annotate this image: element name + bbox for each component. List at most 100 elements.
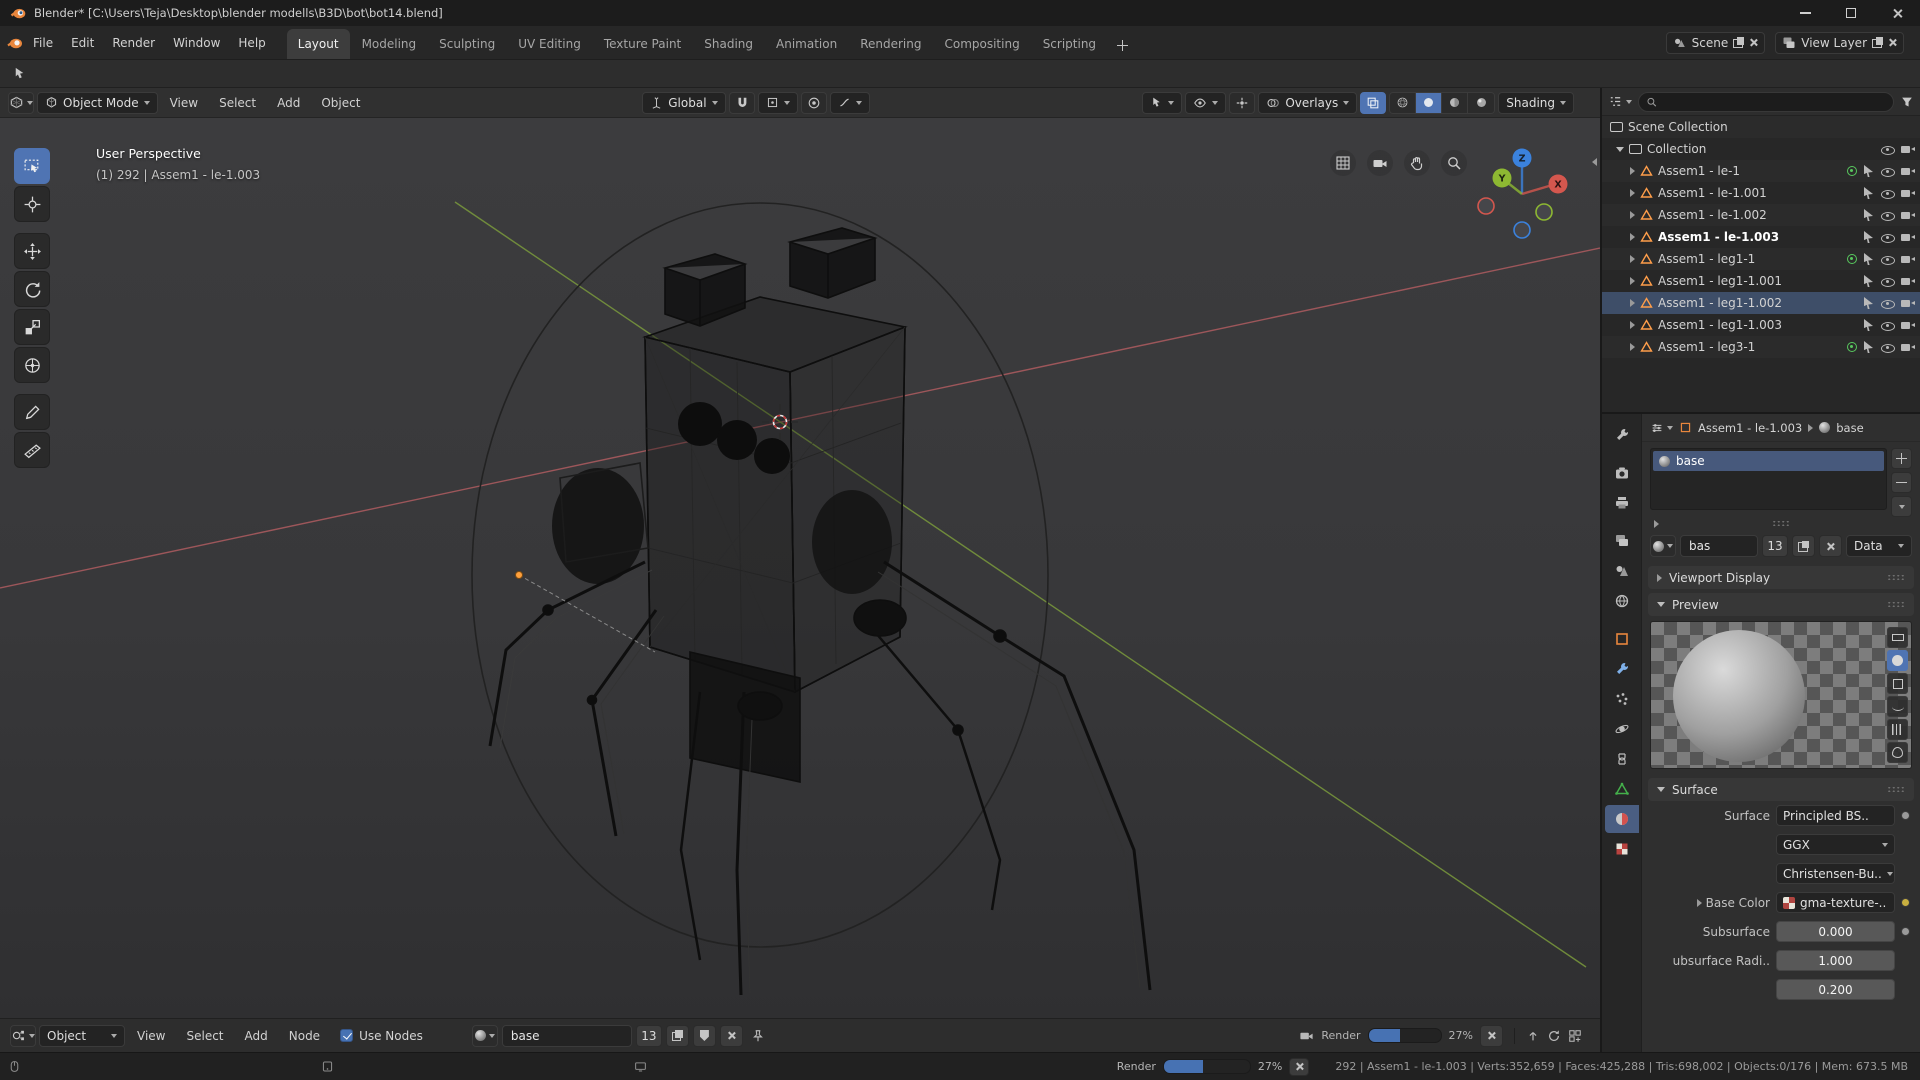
workspace-tab-scripting[interactable]: Scripting — [1032, 29, 1107, 59]
outliner-object-row-active[interactable]: Assem1 - le-1.003 — [1602, 226, 1920, 248]
camera-view-button[interactable] — [1367, 150, 1393, 176]
3d-scene[interactable] — [0, 118, 1600, 1018]
panel-preview[interactable]: Preview — [1648, 593, 1914, 616]
outliner-object-row[interactable]: Assem1 - leg3-1 — [1602, 336, 1920, 358]
outliner-object-row[interactable]: Assem1 - le-1 — [1602, 160, 1920, 182]
list-resize-grip[interactable] — [1642, 517, 1920, 530]
camera-icon[interactable] — [1900, 230, 1915, 244]
selectable-icon[interactable] — [1862, 318, 1875, 332]
fake-user-button[interactable] — [692, 1024, 716, 1047]
workspace-tab-modeling[interactable]: Modeling — [351, 29, 428, 59]
outliner-object-row[interactable]: Assem1 - leg1-1 — [1602, 248, 1920, 270]
new-material-button[interactable] — [665, 1024, 689, 1047]
selectable-icon[interactable] — [1862, 252, 1875, 266]
toggle-perspective-button[interactable] — [1330, 150, 1356, 176]
remove-view-layer-icon[interactable] — [1888, 38, 1897, 47]
expand-icon[interactable] — [1630, 321, 1635, 329]
link-mode-dropdown[interactable]: Data — [1846, 535, 1912, 557]
camera-icon[interactable] — [1900, 142, 1915, 156]
workspace-tab-rendering[interactable]: Rendering — [849, 29, 932, 59]
snap-toggle-button[interactable] — [728, 91, 755, 114]
preview-cloth-button[interactable] — [1887, 719, 1908, 740]
rotate-tool[interactable] — [14, 271, 50, 307]
eye-icon[interactable] — [1880, 296, 1895, 310]
editor-type-button[interactable] — [8, 91, 34, 114]
viewport-menu-view[interactable]: View — [161, 96, 207, 110]
eye-icon[interactable] — [1880, 142, 1895, 156]
workspace-tab-animation[interactable]: Animation — [765, 29, 848, 59]
shader-type-dropdown[interactable]: Object — [39, 1024, 125, 1047]
preview-cube-button[interactable] — [1887, 673, 1908, 694]
expand-icon[interactable] — [1630, 211, 1635, 219]
camera-icon[interactable] — [1900, 296, 1915, 310]
tab-output[interactable] — [1605, 489, 1639, 517]
expand-icon[interactable] — [1630, 233, 1635, 241]
selectable-icon[interactable] — [1862, 296, 1875, 310]
expand-icon[interactable] — [1630, 277, 1635, 285]
shader-menu-view[interactable]: View — [128, 1029, 174, 1043]
eye-icon[interactable] — [1880, 164, 1895, 178]
selectable-icon[interactable] — [1862, 230, 1875, 244]
tab-object[interactable] — [1605, 625, 1639, 653]
scale-tool[interactable] — [14, 309, 50, 345]
expand-icon[interactable] — [1630, 343, 1635, 351]
tab-texture[interactable] — [1605, 835, 1639, 863]
outliner-collection-row[interactable]: Collection — [1602, 138, 1920, 160]
workspace-tab-shading[interactable]: Shading — [693, 29, 764, 59]
tab-object-data[interactable] — [1605, 775, 1639, 803]
selectable-icon[interactable] — [1862, 340, 1875, 354]
menu-edit[interactable]: Edit — [62, 36, 103, 50]
base-color-texture-field[interactable]: gma-texture-.. — [1776, 892, 1895, 913]
camera-icon[interactable] — [1900, 318, 1915, 332]
pan-view-button[interactable] — [1404, 150, 1430, 176]
unlink-scene-icon[interactable] — [1749, 38, 1758, 47]
breadcrumb-object[interactable]: Assem1 - le-1.003 — [1698, 421, 1802, 435]
tab-constraints[interactable] — [1605, 745, 1639, 773]
tab-particles[interactable] — [1605, 685, 1639, 713]
tab-material[interactable] — [1604, 805, 1639, 833]
transform-tool[interactable] — [14, 347, 50, 383]
outliner-object-row[interactable]: Assem1 - le-1.002 — [1602, 204, 1920, 226]
gizmo-negative-x-axis[interactable] — [1477, 197, 1495, 215]
eye-icon[interactable] — [1880, 340, 1895, 354]
maximize-button[interactable] — [1828, 0, 1874, 26]
selectable-icon[interactable] — [1862, 186, 1875, 200]
expand-icon[interactable] — [1654, 519, 1659, 528]
options-icon[interactable] — [1568, 1029, 1582, 1043]
menu-window[interactable]: Window — [164, 36, 229, 50]
browse-material-button[interactable] — [1650, 535, 1676, 557]
material-users-count[interactable]: 13 — [635, 1024, 662, 1047]
robot-model[interactable] — [488, 227, 1152, 996]
shader-menu-add[interactable]: Add — [236, 1029, 277, 1043]
preview-flat-button[interactable] — [1887, 627, 1908, 648]
expand-icon[interactable] — [1630, 255, 1635, 263]
mode-dropdown[interactable]: Object Mode — [37, 91, 158, 114]
tab-tool[interactable] — [1605, 421, 1639, 449]
outliner-search-box[interactable] — [1638, 91, 1894, 112]
expand-icon[interactable] — [1630, 189, 1635, 197]
remove-slot-button[interactable] — [1891, 472, 1912, 493]
workspace-tab-texture-paint[interactable]: Texture Paint — [593, 29, 692, 59]
camera-icon[interactable] — [1900, 252, 1915, 266]
outliner-search-input[interactable] — [1662, 95, 1886, 108]
tab-scene[interactable] — [1605, 557, 1639, 585]
active-tool-select-icon[interactable] — [12, 66, 27, 81]
expand-icon[interactable] — [1630, 167, 1635, 175]
eye-icon[interactable] — [1880, 318, 1895, 332]
outliner-scene-collection-row[interactable]: Scene Collection — [1602, 116, 1920, 138]
new-material-button[interactable] — [1792, 535, 1815, 557]
viewport-canvas[interactable]: User Perspective (1) 292 | Assem1 - le-1… — [0, 118, 1600, 1018]
menu-help[interactable]: Help — [229, 36, 274, 50]
properties-editor-type-button[interactable] — [1650, 421, 1673, 435]
expand-icon[interactable] — [1630, 299, 1635, 307]
expand-icon[interactable] — [1696, 898, 1702, 907]
panel-viewport-display[interactable]: Viewport Display — [1648, 566, 1914, 589]
outliner-object-row[interactable]: Assem1 - le-1.001 — [1602, 182, 1920, 204]
close-button[interactable] — [1874, 0, 1920, 26]
add-workspace-button[interactable] — [1108, 32, 1137, 59]
proportional-editing-button[interactable] — [800, 91, 827, 114]
scene-selector[interactable]: Scene — [1665, 31, 1766, 54]
shading-dropdown[interactable]: Shading — [1498, 91, 1574, 114]
subsurface-radius-slider-2[interactable]: 0.200 — [1776, 979, 1895, 1000]
workspace-tab-compositing[interactable]: Compositing — [933, 29, 1030, 59]
